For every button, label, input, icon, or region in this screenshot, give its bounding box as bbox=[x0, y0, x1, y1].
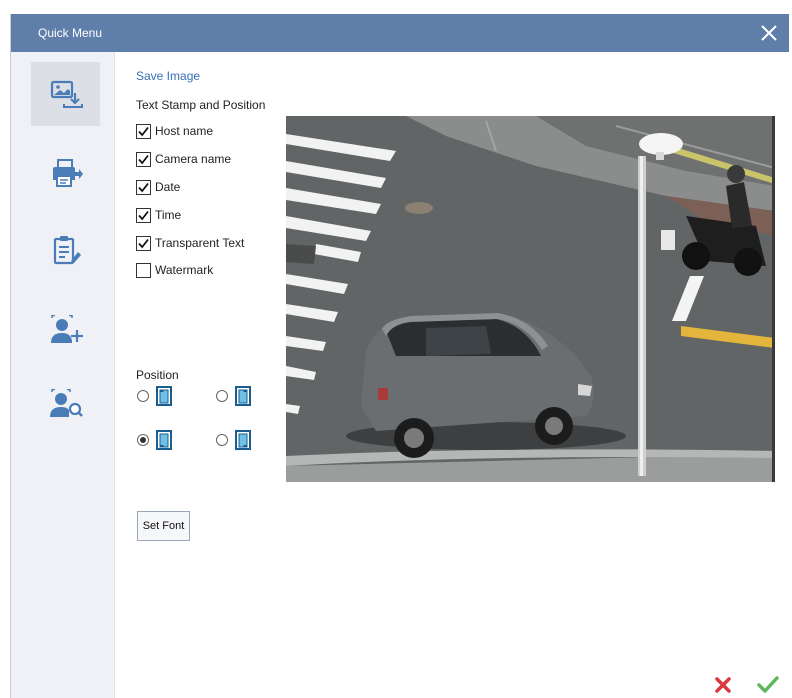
radio-selected-dot bbox=[140, 437, 146, 443]
position-top-left-radio[interactable] bbox=[137, 390, 149, 402]
title-bar: Quick Menu bbox=[11, 14, 789, 52]
sidebar-item-search-person[interactable] bbox=[31, 372, 100, 436]
close-button[interactable] bbox=[757, 21, 781, 45]
position-label: Position bbox=[136, 368, 179, 382]
transparent-text-label: Transparent Text bbox=[155, 236, 245, 250]
host-name-label: Host name bbox=[155, 124, 214, 138]
date-label: Date bbox=[155, 180, 181, 194]
camera-name-label: Camera name bbox=[155, 152, 232, 166]
position-top-left-icon bbox=[156, 386, 172, 406]
date-checkbox[interactable] bbox=[136, 179, 151, 195]
cancel-button[interactable] bbox=[712, 675, 734, 695]
cancel-x-icon bbox=[715, 677, 731, 693]
position-bottom-right-radio[interactable] bbox=[216, 434, 228, 446]
position-bottom-left-option[interactable] bbox=[137, 430, 172, 450]
time-label: Time bbox=[155, 208, 182, 222]
position-top-right-icon bbox=[235, 386, 251, 406]
snapshot-preview bbox=[286, 116, 775, 482]
sidebar-item-add-person[interactable] bbox=[31, 298, 100, 362]
checkmark-icon bbox=[138, 210, 149, 220]
checkmark-icon bbox=[138, 126, 149, 136]
checkmark-icon bbox=[757, 676, 779, 693]
text-stamp-section-label: Text Stamp and Position bbox=[136, 98, 266, 112]
position-bottom-left-radio[interactable] bbox=[137, 434, 149, 446]
sidebar-item-clipboard[interactable] bbox=[31, 218, 100, 282]
watermark-option[interactable]: Watermark bbox=[136, 261, 213, 279]
transparent-text-option[interactable]: Transparent Text bbox=[136, 234, 244, 252]
main-panel: Save Image Text Stamp and Position Host … bbox=[115, 52, 789, 698]
time-checkbox[interactable] bbox=[136, 207, 151, 223]
printer-icon bbox=[52, 159, 83, 187]
position-bottom-left-icon bbox=[156, 430, 172, 450]
checkmark-icon bbox=[138, 154, 149, 164]
dialog-title: Quick Menu bbox=[38, 26, 103, 40]
save-image-heading[interactable]: Save Image bbox=[136, 69, 200, 83]
sidebar bbox=[11, 52, 115, 698]
host-name-checkbox[interactable] bbox=[136, 123, 151, 139]
checkmark-icon bbox=[138, 182, 149, 192]
host-name-option[interactable]: Host name bbox=[136, 122, 213, 140]
position-top-right-radio[interactable] bbox=[216, 390, 228, 402]
transparent-text-checkbox[interactable] bbox=[136, 235, 151, 251]
save-image-icon bbox=[50, 80, 83, 108]
clipboard-edit-icon bbox=[53, 236, 81, 265]
watermark-label: Watermark bbox=[155, 263, 214, 277]
date-option[interactable]: Date bbox=[136, 178, 180, 196]
position-top-left-option[interactable] bbox=[137, 386, 172, 406]
time-option[interactable]: Time bbox=[136, 206, 181, 224]
position-bottom-right-option[interactable] bbox=[216, 430, 251, 450]
checkmark-icon bbox=[138, 238, 149, 248]
sidebar-item-print[interactable] bbox=[31, 141, 100, 205]
sidebar-item-save-image[interactable] bbox=[31, 62, 100, 126]
search-person-icon bbox=[49, 389, 83, 417]
close-icon bbox=[761, 25, 777, 41]
quick-menu-dialog: Quick Menu Save Image Text Stamp and Pos… bbox=[10, 14, 789, 698]
position-bottom-right-icon bbox=[235, 430, 251, 450]
camera-snapshot-image bbox=[286, 116, 775, 482]
watermark-checkbox[interactable] bbox=[136, 262, 151, 278]
camera-name-checkbox[interactable] bbox=[136, 151, 151, 167]
camera-name-option[interactable]: Camera name bbox=[136, 150, 231, 168]
add-person-icon bbox=[50, 315, 83, 343]
ok-button[interactable] bbox=[756, 674, 780, 696]
position-top-right-option[interactable] bbox=[216, 386, 251, 406]
set-font-button[interactable]: Set Font bbox=[137, 511, 190, 541]
